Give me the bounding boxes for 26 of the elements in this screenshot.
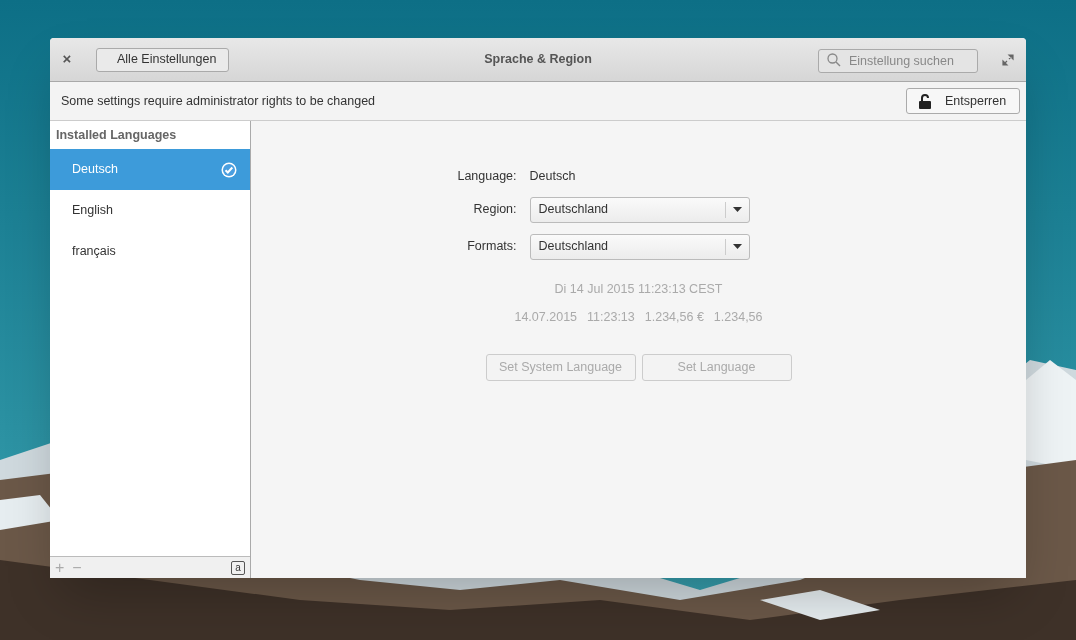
padlock-icon: [919, 93, 931, 109]
search-field[interactable]: Einstellung suchen: [818, 48, 978, 73]
formats-dropdown[interactable]: Deutschland: [529, 233, 750, 260]
maximize-icon[interactable]: [1002, 53, 1014, 66]
region-label: Region:: [472, 201, 517, 219]
language-item[interactable]: français: [50, 231, 250, 272]
caret-icon: [732, 244, 742, 250]
language-item[interactable]: English: [50, 190, 250, 231]
format-preview: 1.234,56: [713, 308, 763, 326]
caret-icon: [732, 207, 742, 213]
date-preview: Di 14 Jul 2015 11:23:13 CEST: [554, 280, 723, 298]
unlock-button[interactable]: Entsperren: [906, 88, 1020, 114]
region-dropdown[interactable]: Deutschland: [529, 196, 750, 223]
search-icon: [827, 52, 841, 67]
window-title: Sprache & Region: [484, 51, 592, 69]
close-button[interactable]: ×: [62, 48, 72, 71]
info-message: Some settings require administrator rights to be changed: [61, 92, 376, 110]
format-preview: 14.07.2015: [514, 308, 578, 326]
language-value: Deutsch: [529, 168, 577, 185]
back-button[interactable]: Alle Einstellungen: [96, 47, 230, 72]
sidebar-heading: Installed Languages: [55, 126, 178, 144]
language-label: Language:: [457, 168, 517, 185]
formats-label: Formats:: [466, 238, 517, 256]
format-preview: 1.234,56 €: [644, 308, 704, 326]
keyboard-button[interactable]: a: [231, 560, 245, 575]
format-preview: 11:23:13: [587, 308, 635, 326]
